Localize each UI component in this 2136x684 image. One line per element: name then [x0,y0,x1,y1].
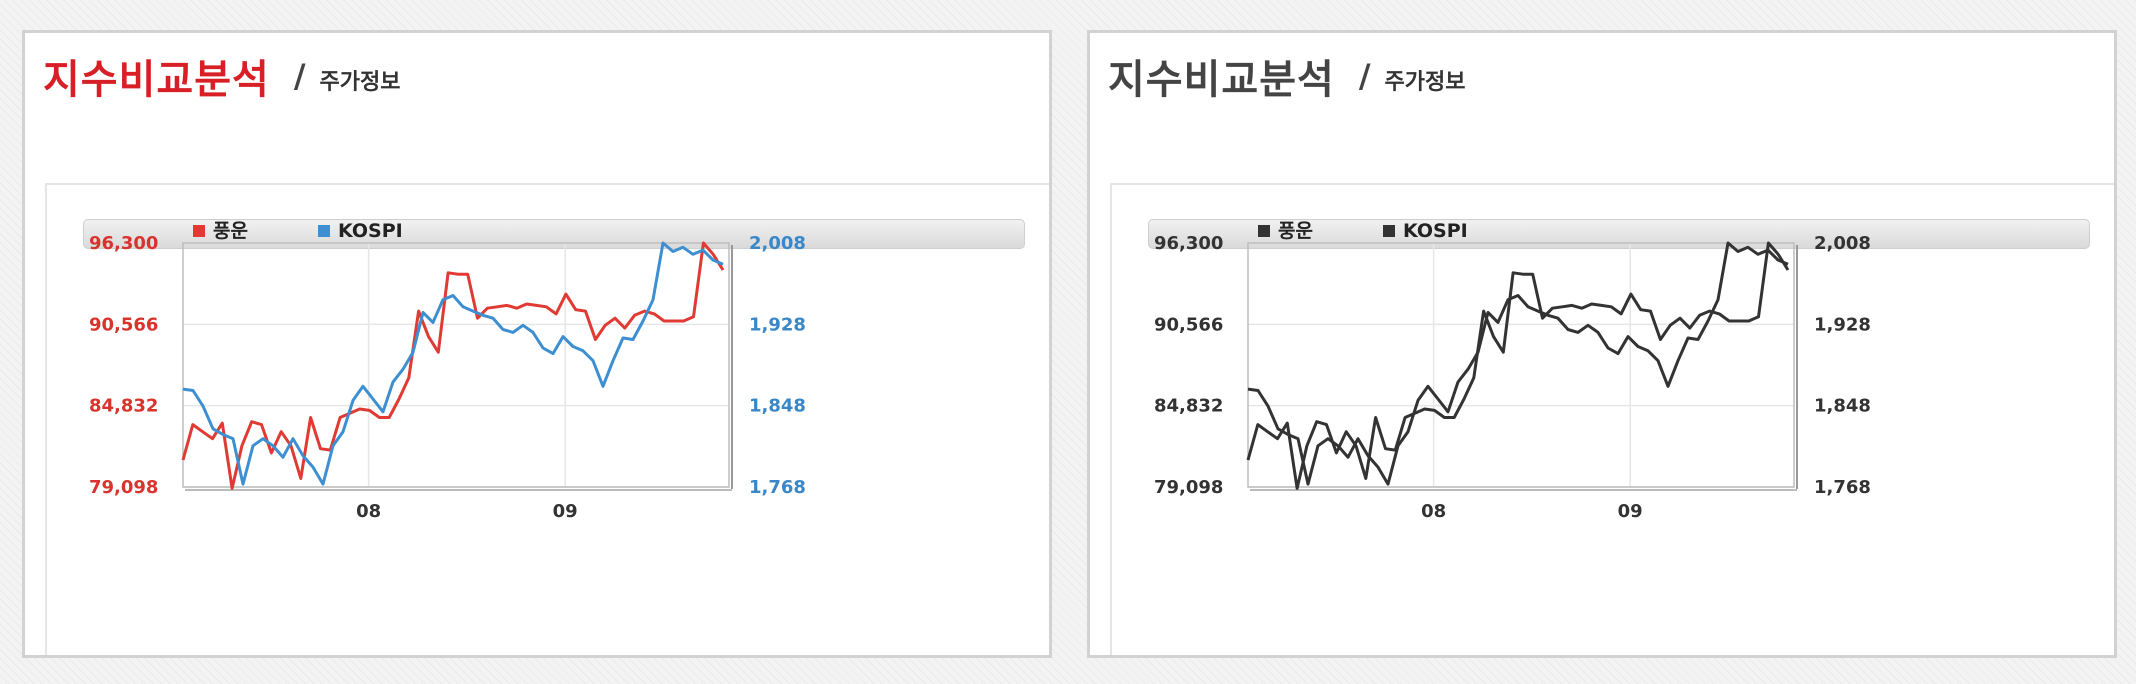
x-tick-label: 09 [553,501,578,522]
panel-title: 지수비교분석 [43,57,270,103]
y-tick-label-left: 84,832 [1154,396,1223,417]
chart-area: 96,300 90,566 84,832 79,098 2,008 1,928 1,848 1… [1110,183,2114,655]
line-chart: 96,300 90,566 84,832 79,098 2,008 1,928 1,848 1… [89,220,806,522]
chart-area: 96,300 90,566 84,832 79,098 2,008 1,928 1,848 1… [45,183,1049,655]
legend-swatch [1383,225,1395,237]
title-separator: / [293,57,306,95]
panel-subtitle: 주가정보 [1384,70,1466,95]
y-tick-label-right: 1,848 [1814,396,1871,417]
panel-header: 지수비교분석 / 주가정보 [43,41,400,111]
y-tick-label-right: 1,768 [1814,477,1871,498]
y-tick-label-left: 79,098 [89,477,158,498]
y-tick-label-left: 90,566 [89,314,158,335]
x-tick-label: 09 [1618,501,1643,522]
legend-swatch [1258,225,1270,237]
y-tick-label-left: 96,300 [1154,233,1223,254]
x-tick-label: 08 [1421,501,1446,522]
panel-subtitle: 주가정보 [319,70,401,95]
legend-label: 풍운 [213,220,248,242]
y-tick-label-right: 1,928 [749,314,806,335]
series-line-pungun [1246,241,1790,490]
y-tick-label-right: 1,928 [1814,314,1871,335]
y-tick-label-left: 79,098 [1154,477,1223,498]
legend-label: KOSPI [1403,220,1468,242]
series-line-pungun [181,241,725,490]
y-tick-label-left: 84,832 [89,396,158,417]
legend-swatch [193,225,205,237]
y-tick-label-right: 2,008 [1814,233,1871,254]
panel-header: 지수비교분석 / 주가정보 [1108,41,1465,111]
series-line-kospi [1247,241,1789,486]
chart-panel-right: 지수비교분석 / 주가정보 96,300 90,566 84,832 79,098 2,… [1087,30,2117,658]
line-chart: 96,300 90,566 84,832 79,098 2,008 1,928 1,848 1… [1154,220,1871,522]
y-tick-label-left: 90,566 [1154,314,1223,335]
series-line-kospi [182,241,724,486]
y-tick-label-right: 1,768 [749,477,806,498]
y-tick-label-right: 1,848 [749,396,806,417]
x-tick-label: 08 [356,501,381,522]
plot-frame [1247,242,1795,488]
legend-swatch [318,225,330,237]
plot-frame [182,242,730,488]
panel-title: 지수비교분석 [1108,57,1335,103]
legend-label: 풍운 [1278,220,1313,242]
chart-panel-left: 지수비교분석 / 주가정보 96,300 90,566 84,832 79,098 2,… [22,30,1052,658]
legend-label: KOSPI [338,220,403,242]
y-tick-label-left: 96,300 [89,233,158,254]
title-separator: / [1358,57,1371,95]
y-tick-label-right: 2,008 [749,233,806,254]
